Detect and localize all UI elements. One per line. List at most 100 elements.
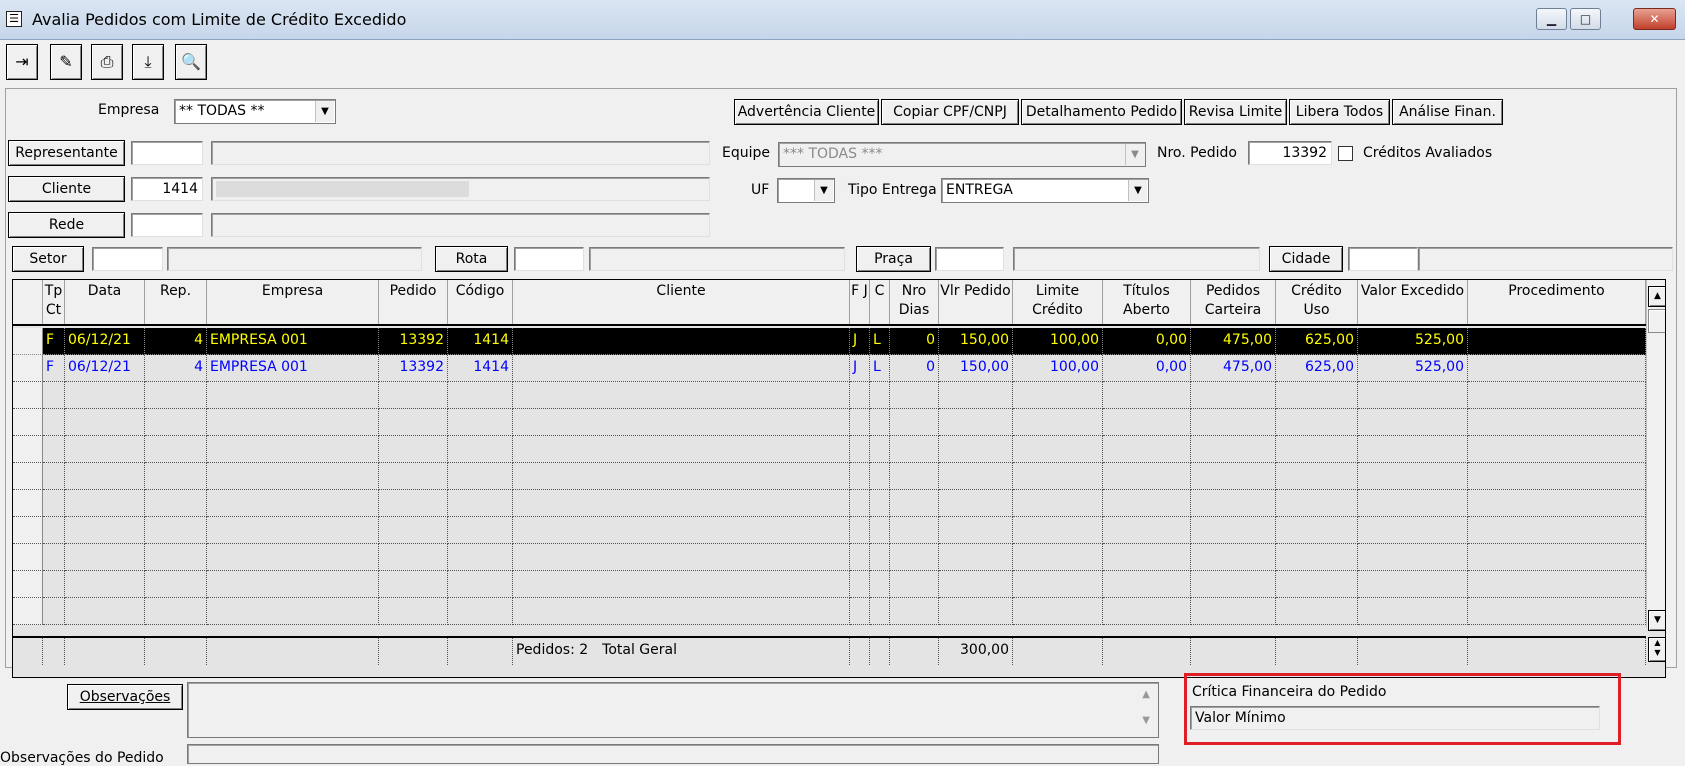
table-cell[interactable] [1103,409,1191,436]
empty-row[interactable] [13,544,1646,571]
row-indicator[interactable] [13,409,43,436]
table-cell[interactable] [65,571,145,598]
table-cell[interactable] [1013,598,1103,625]
table-cell[interactable]: J [850,355,870,382]
table-cell[interactable] [513,490,850,517]
table-cell[interactable] [890,463,939,490]
table-cell[interactable] [1358,544,1468,571]
table-cell[interactable] [43,436,65,463]
table-cell[interactable] [1013,544,1103,571]
table-cell[interactable]: 525,00 [1358,355,1468,382]
representante-button[interactable]: Representante [8,140,125,166]
column-header[interactable]: Rep. [145,280,207,324]
row-indicator[interactable] [13,490,43,517]
spin-icon[interactable]: ▲ ▼ [1648,637,1665,662]
scroll-up-icon[interactable]: ▲ [1142,689,1150,700]
table-cell[interactable] [1276,598,1358,625]
table-cell[interactable] [145,490,207,517]
table-cell[interactable] [850,598,870,625]
column-header[interactable]: C [870,280,890,324]
chevron-down-icon[interactable]: ▼ [814,180,833,201]
representante-code-input[interactable] [131,141,203,165]
table-cell[interactable] [379,409,448,436]
table-cell[interactable] [448,490,513,517]
table-cell[interactable] [939,598,1013,625]
column-header[interactable]: Procedimento [1468,280,1646,324]
table-cell[interactable] [448,598,513,625]
table-cell[interactable] [145,517,207,544]
table-cell[interactable] [850,409,870,436]
empty-row[interactable] [13,571,1646,598]
table-cell[interactable] [1103,544,1191,571]
column-header[interactable]: Cliente [513,280,850,324]
table-cell[interactable] [1191,463,1276,490]
table-row[interactable]: F 06/12/21 4 EMPRESA 001 13392 1414 J L 0 150,00 1… [13,355,1646,382]
table-cell[interactable] [850,544,870,571]
table-cell[interactable] [1358,436,1468,463]
binoculars-icon[interactable]: 🔍 [175,44,207,80]
minimize-button[interactable]: ▁ [1536,8,1567,30]
table-cell[interactable] [448,382,513,409]
table-cell[interactable] [1276,463,1358,490]
table-row[interactable]: F 06/12/21 4 EMPRESA 001 13392 1414 J L 0 150,00 1… [13,328,1646,355]
table-cell[interactable] [890,436,939,463]
empty-row[interactable] [13,409,1646,436]
table-cell[interactable]: 625,00 [1276,355,1358,382]
observacoes-memo[interactable]: ▲ ▼ [187,682,1159,738]
table-cell[interactable] [1103,517,1191,544]
table-cell[interactable] [850,517,870,544]
table-cell[interactable] [207,382,379,409]
table-cell[interactable] [1191,490,1276,517]
table-cell[interactable] [1103,463,1191,490]
empty-row[interactable] [13,463,1646,490]
table-cell[interactable] [1013,571,1103,598]
table-cell[interactable] [1103,490,1191,517]
table-cell[interactable]: 0 [890,355,939,382]
table-cell[interactable] [870,544,890,571]
table-cell[interactable] [1103,382,1191,409]
table-cell[interactable]: 0,00 [1103,355,1191,382]
table-cell[interactable] [513,463,850,490]
setor-code-input[interactable] [92,247,163,271]
table-cell[interactable] [207,409,379,436]
table-cell[interactable]: F [43,355,65,382]
table-cell[interactable] [870,436,890,463]
table-cell[interactable] [379,571,448,598]
table-cell[interactable]: 525,00 [1358,328,1468,355]
table-cell[interactable] [1358,571,1468,598]
chevron-down-icon[interactable]: ▼ [315,101,334,122]
table-cell[interactable] [207,598,379,625]
table-cell[interactable] [43,409,65,436]
table-cell[interactable] [379,463,448,490]
maximize-button[interactable]: □ [1570,8,1601,30]
table-cell[interactable] [145,571,207,598]
table-cell[interactable]: 0,00 [1103,328,1191,355]
table-cell[interactable] [513,571,850,598]
pedidos-grid[interactable]: Tp Ct Data Rep. Empresa Pedido Código Cliente F… [12,279,1666,678]
table-cell[interactable] [1191,544,1276,571]
creditos-avaliados-checkbox[interactable] [1338,146,1353,161]
rota-code-input[interactable] [514,247,584,271]
table-cell[interactable] [65,436,145,463]
libera-todos-button[interactable]: Libera Todos [1289,99,1390,125]
table-cell[interactable] [1276,571,1358,598]
table-cell[interactable] [43,463,65,490]
column-header[interactable]: Empresa [207,280,379,324]
table-cell[interactable]: 100,00 [1013,328,1103,355]
table-cell[interactable]: L [870,328,890,355]
table-cell[interactable] [939,490,1013,517]
cliente-code-input[interactable]: 1414 [131,177,203,201]
table-cell[interactable] [1013,463,1103,490]
table-cell[interactable] [448,544,513,571]
vertical-scrollbar[interactable]: ▲ ▼ [1646,280,1665,631]
table-cell[interactable] [1358,517,1468,544]
table-cell[interactable] [1191,571,1276,598]
table-cell[interactable] [890,490,939,517]
table-cell[interactable] [43,517,65,544]
table-cell[interactable] [448,517,513,544]
table-cell[interactable] [1276,409,1358,436]
table-cell[interactable] [145,409,207,436]
table-cell[interactable] [870,409,890,436]
table-cell[interactable] [379,598,448,625]
chevron-down-icon[interactable]: ▼ [1128,180,1147,201]
